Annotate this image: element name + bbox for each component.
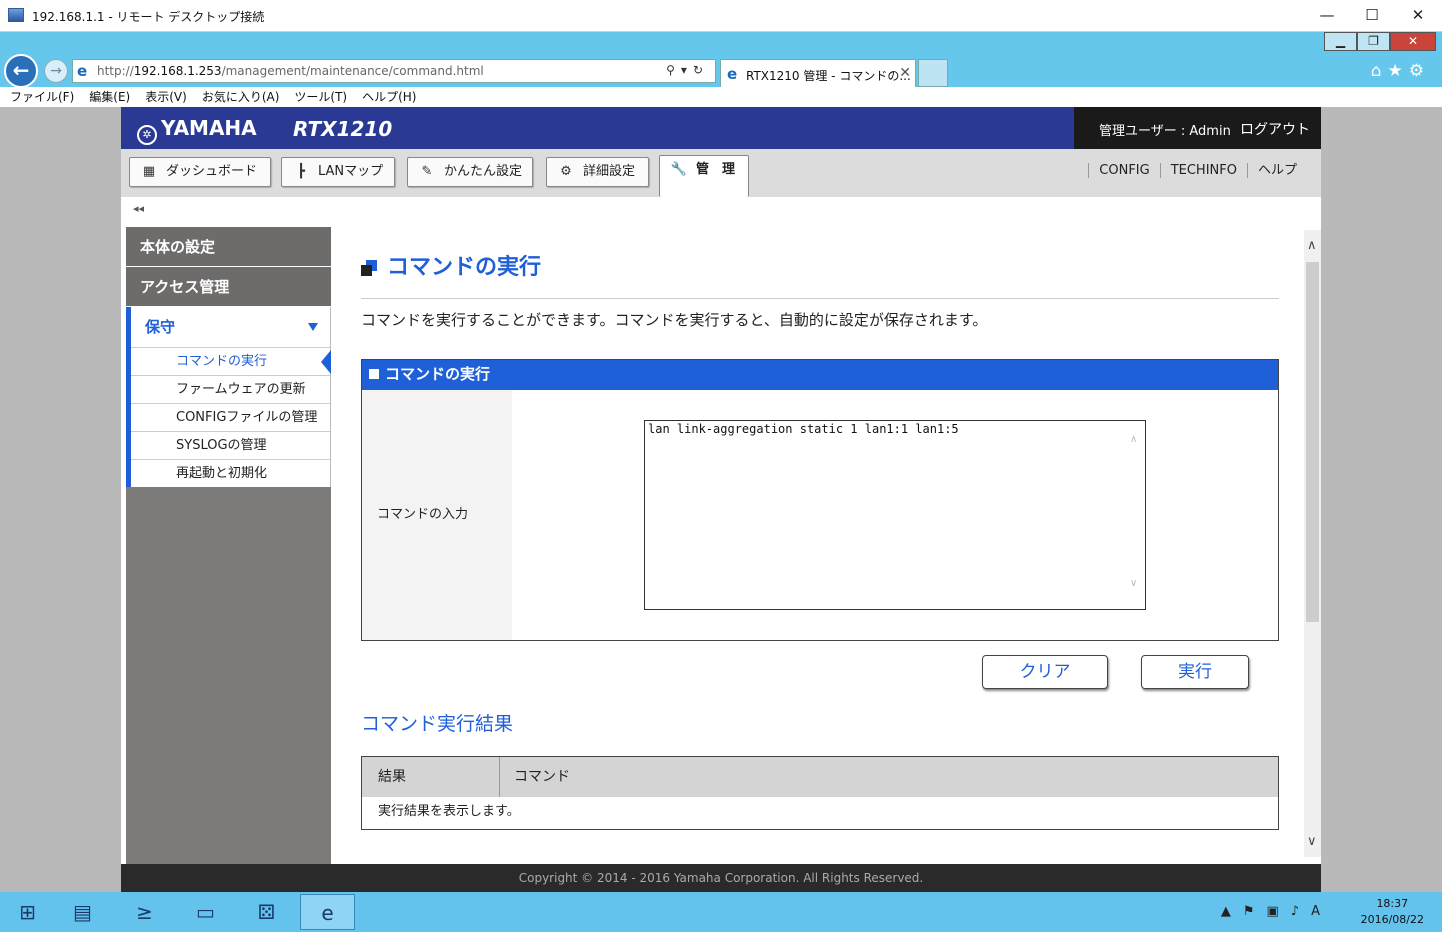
command-input-label: コマンドの入力 bbox=[362, 390, 512, 640]
server-manager-icon[interactable]: ▤ bbox=[55, 894, 110, 930]
tab-management[interactable]: 🔧 管 理 bbox=[659, 155, 749, 197]
menu-file[interactable]: ファイル(F) bbox=[10, 87, 74, 107]
clear-button[interactable]: クリア bbox=[982, 655, 1108, 689]
expand-triangle-icon bbox=[308, 323, 318, 331]
run-button[interactable]: 実行 bbox=[1141, 655, 1249, 689]
router-web-ui: ✲ YAMAHA RTX1210 管理ユーザー : Admin ログアウト ▦ ダッ… bbox=[121, 107, 1321, 892]
page-scrollbar[interactable]: ∧ ∨ bbox=[1304, 230, 1321, 857]
new-tab-button[interactable] bbox=[918, 59, 948, 87]
tab-lan-map[interactable]: ┣ LANマップ bbox=[281, 157, 395, 187]
app-header: ✲ YAMAHA RTX1210 管理ユーザー : Admin ログアウト bbox=[121, 107, 1321, 149]
address-tools-icons[interactable]: ⚲▾↻ bbox=[666, 63, 709, 77]
tab-title: RTX1210 管理 - コマンドの... bbox=[746, 69, 911, 83]
wrench-icon: 🔧 bbox=[670, 162, 688, 177]
clock[interactable]: 18:37 2016/08/22 bbox=[1361, 896, 1424, 928]
config-link[interactable]: CONFIG bbox=[1088, 163, 1160, 178]
page-description: コマンドを実行することができます。コマンドを実行すると、自動的に設定が保存されま… bbox=[361, 311, 988, 329]
column-separator bbox=[499, 757, 500, 797]
remote-desktop-icon bbox=[8, 8, 24, 22]
back-button[interactable]: ← bbox=[4, 54, 38, 88]
rdp-title-bar: 192.168.1.1 - リモート デスクトップ接続 — ☐ ✕ bbox=[0, 0, 1442, 32]
menu-tools[interactable]: ツール(T) bbox=[294, 87, 347, 107]
collapse-sidebar-icon[interactable]: ◂◂ bbox=[133, 202, 144, 215]
top-links: CONFIG TECHINFO ヘルプ bbox=[1088, 159, 1307, 178]
inner-minimize-button[interactable]: ▁ bbox=[1324, 32, 1357, 51]
dice-app-icon[interactable]: ⚄ bbox=[239, 894, 294, 930]
forward-button[interactable]: → bbox=[44, 59, 68, 83]
sidebar-section-maintenance: 保守 コマンドの実行 ファームウェアの更新 CONFIGファイルの管理 SYSL… bbox=[126, 307, 331, 487]
ie-page-icon: e bbox=[77, 62, 88, 80]
header-square-icon bbox=[369, 369, 379, 379]
home-favorites-settings-icons[interactable]: ⌂★⚙ bbox=[1371, 61, 1430, 81]
tab-dashboard[interactable]: ▦ ダッシュボード bbox=[129, 157, 271, 187]
address-bar[interactable]: e http://192.168.1.253/management/mainte… bbox=[72, 59, 716, 83]
command-panel: コマンドの実行 コマンドの入力 ∧ ∨ bbox=[361, 359, 1279, 641]
menu-help[interactable]: ヘルプ(H) bbox=[362, 87, 416, 107]
taskbar: ⊞ ▤ ≥ ▭ ⚄ e ▲⚑▣♪A 18:37 2016/08/22 bbox=[0, 892, 1442, 932]
sidebar: 本体の設定 アクセス管理 保守 コマンドの実行 ファームウェアの更新 CONFI… bbox=[126, 227, 331, 892]
sidebar-subitem-reboot[interactable]: 再起動と初期化 bbox=[131, 459, 330, 487]
result-placeholder: 実行結果を表示します。 bbox=[378, 804, 520, 819]
yamaha-tuning-fork-icon: ✲ bbox=[137, 125, 157, 145]
system-tray-icons[interactable]: ▲⚑▣♪A bbox=[1221, 904, 1332, 919]
scroll-down-icon[interactable]: ∨ bbox=[1307, 834, 1317, 849]
result-heading: コマンド実行結果 bbox=[361, 713, 514, 735]
gear-icon: ⚙ bbox=[560, 164, 572, 179]
result-table-header: 結果 コマンド bbox=[362, 757, 1278, 797]
rdp-window-title: 192.168.1.1 - リモート デスクトップ接続 bbox=[32, 10, 265, 24]
menu-bar: ファイル(F) 編集(E) 表示(V) お気に入り(A) ツール(T) ヘルプ(H) bbox=[0, 87, 1442, 107]
maximize-button[interactable]: ☐ bbox=[1358, 4, 1386, 26]
main-nav: ▦ ダッシュボード ┣ LANマップ ✎ かんたん設定 ⚙ 詳細設定 🔧 管 理 CONF… bbox=[121, 149, 1321, 197]
lan-map-icon: ┣ bbox=[297, 164, 305, 179]
sidebar-subitem-syslog[interactable]: SYSLOGの管理 bbox=[131, 431, 330, 459]
browser-chrome: ▁ ❐ ✕ ← → e http://192.168.1.253/managem… bbox=[0, 32, 1442, 107]
sidebar-subitem-command[interactable]: コマンドの実行 bbox=[131, 347, 331, 375]
wizard-icon: ✎ bbox=[421, 164, 433, 179]
title-divider bbox=[361, 298, 1279, 299]
techinfo-link[interactable]: TECHINFO bbox=[1159, 163, 1247, 178]
address-url[interactable]: http://192.168.1.253/management/maintena… bbox=[97, 64, 484, 78]
internet-explorer-icon[interactable]: e bbox=[300, 894, 355, 930]
inner-restore-button[interactable]: ❐ bbox=[1357, 32, 1390, 51]
result-col-header: 結果 bbox=[378, 769, 406, 785]
menu-edit[interactable]: 編集(E) bbox=[89, 87, 130, 107]
help-link[interactable]: ヘルプ bbox=[1246, 163, 1307, 178]
inner-window-controls: ▁ ❐ ✕ bbox=[1324, 32, 1436, 52]
page-title: コマンドの実行 bbox=[361, 249, 541, 281]
yamaha-logo: ✲ YAMAHA bbox=[137, 116, 257, 145]
user-area: 管理ユーザー : Admin ログアウト bbox=[1074, 107, 1321, 149]
footer: Copyright © 2014 - 2016 Yamaha Corporati… bbox=[121, 864, 1321, 892]
tab-advanced-settings[interactable]: ⚙ 詳細設定 bbox=[546, 157, 649, 187]
file-explorer-icon[interactable]: ▭ bbox=[178, 894, 233, 930]
textarea-scroll-up-icon[interactable]: ∧ bbox=[1130, 434, 1137, 445]
sidebar-item-device-settings[interactable]: 本体の設定 bbox=[126, 227, 331, 267]
minimize-button[interactable]: — bbox=[1313, 4, 1341, 26]
textarea-scroll-down-icon[interactable]: ∨ bbox=[1130, 578, 1137, 589]
browser-tab[interactable]: e RTX1210 管理 - コマンドの... ✕ bbox=[720, 59, 916, 87]
logout-link[interactable]: ログアウト bbox=[1240, 119, 1310, 139]
model-name: RTX1210 bbox=[293, 117, 393, 141]
scrollbar-thumb[interactable] bbox=[1306, 262, 1319, 622]
tab-close-icon[interactable]: ✕ bbox=[899, 65, 911, 81]
admin-user-label: 管理ユーザー : Admin bbox=[1099, 124, 1231, 139]
scroll-up-icon[interactable]: ∧ bbox=[1307, 238, 1317, 253]
tab-favicon-icon: e bbox=[727, 65, 738, 83]
command-col-header: コマンド bbox=[514, 769, 570, 785]
result-table: 結果 コマンド 実行結果を表示します。 bbox=[361, 756, 1279, 830]
sidebar-subitem-firmware[interactable]: ファームウェアの更新 bbox=[131, 375, 330, 403]
dashboard-icon: ▦ bbox=[142, 164, 156, 179]
close-button[interactable]: ✕ bbox=[1404, 4, 1432, 26]
panel-header: コマンドの実行 bbox=[362, 360, 1278, 390]
menu-view[interactable]: 表示(V) bbox=[145, 87, 187, 107]
command-input[interactable] bbox=[644, 420, 1146, 610]
tab-easy-setup[interactable]: ✎ かんたん設定 bbox=[407, 157, 533, 187]
inner-close-button[interactable]: ✕ bbox=[1390, 32, 1436, 51]
menu-favorites[interactable]: お気に入り(A) bbox=[202, 87, 280, 107]
start-windows-icon[interactable]: ⊞ bbox=[0, 894, 55, 930]
sidebar-item-maintenance[interactable]: 保守 bbox=[131, 307, 330, 347]
title-square-icon bbox=[361, 260, 377, 276]
powershell-icon[interactable]: ≥ bbox=[117, 894, 172, 930]
sidebar-item-access-control[interactable]: アクセス管理 bbox=[126, 267, 331, 307]
sidebar-subitem-config-file[interactable]: CONFIGファイルの管理 bbox=[131, 403, 330, 431]
